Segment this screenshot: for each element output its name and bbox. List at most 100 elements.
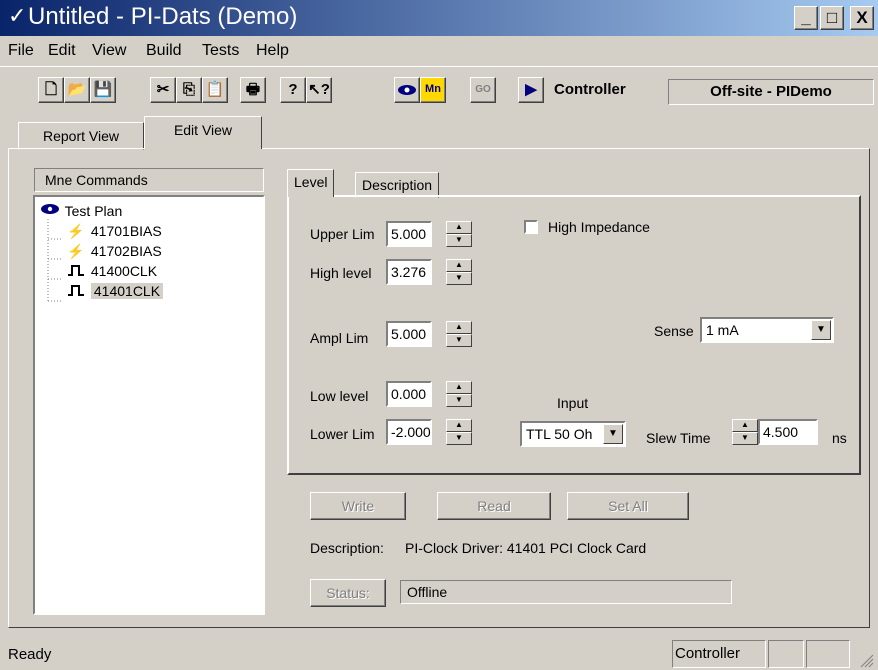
spin-down-icon[interactable]: ▼ — [446, 334, 472, 347]
tab-level[interactable]: Level — [287, 169, 335, 197]
tree-item-label: 41702BIAS — [90, 243, 162, 259]
ampl-lim-input[interactable]: 5.000 — [386, 321, 432, 347]
spin-down-icon[interactable]: ▼ — [446, 234, 472, 247]
upper-lim-input[interactable]: 5.000 — [386, 221, 432, 247]
lower-lim-label: Lower Lim — [310, 426, 375, 442]
status-field: Offline — [400, 580, 732, 604]
site-field: Off-site - PIDemo — [668, 79, 874, 105]
print-icon[interactable]: 🖶 — [240, 77, 266, 103]
run-icon[interactable]: ▶ — [518, 77, 544, 103]
sense-value: 1 mA — [706, 322, 739, 338]
menu-view[interactable]: View — [92, 42, 126, 60]
menu-file[interactable]: File — [8, 42, 34, 60]
tree-item-label: 41701BIAS — [90, 223, 162, 239]
minimize-button[interactable]: _ — [794, 6, 818, 30]
open-folder-icon[interactable]: 📂 — [64, 77, 90, 103]
high-level-label: High level — [310, 265, 372, 281]
status-controller: Controller — [672, 640, 766, 668]
tab-edit-view[interactable]: Edit View — [144, 116, 262, 149]
title-bar[interactable]: ✓ Untitled - PI-Dats (Demo) _ □ X — [0, 0, 878, 36]
sense-label: Sense — [654, 323, 694, 339]
high-level-input[interactable]: 3.276 — [386, 259, 432, 285]
high-impedance-checkbox[interactable] — [524, 220, 538, 234]
controller-label: Controller — [554, 81, 626, 98]
low-level-spinner[interactable]: ▲ ▼ — [446, 381, 472, 407]
lower-lim-input[interactable]: -2.000 — [386, 419, 432, 445]
high-level-spinner[interactable]: ▲ ▼ — [446, 259, 472, 285]
app-check-icon: ✓ — [8, 3, 27, 28]
tree-header: Mne Commands — [34, 168, 264, 192]
spin-up-icon[interactable]: ▲ — [446, 321, 472, 334]
menu-tests[interactable]: Tests — [202, 42, 239, 60]
clock-icon — [65, 261, 87, 281]
spin-down-icon[interactable]: ▼ — [446, 394, 472, 407]
input-label: Input — [557, 395, 589, 411]
status-ready: Ready — [8, 646, 52, 663]
menu-edit[interactable]: Edit — [48, 42, 76, 60]
lower-lim-spinner[interactable]: ▲ ▼ — [446, 419, 472, 445]
cut-icon[interactable]: ✂ — [150, 77, 176, 103]
clock-icon — [65, 281, 87, 301]
view-eye-icon[interactable] — [394, 77, 420, 103]
sense-select[interactable]: 1 mA ▼ — [700, 317, 834, 343]
resize-grip-icon[interactable] — [860, 654, 874, 668]
slew-time-label: Slew Time — [646, 430, 711, 446]
toolbar: 🗋 📂 💾 ✂ ⎘ 📋 🖶 ? ↖? Mn GO ▶ Controller Of… — [0, 66, 878, 112]
spin-up-icon[interactable]: ▲ — [446, 221, 472, 234]
new-file-icon[interactable]: 🗋 — [38, 77, 64, 103]
description-value: PI-Clock Driver: 41401 PCI Clock Card — [405, 540, 647, 556]
ampl-lim-spinner[interactable]: ▲ ▼ — [446, 321, 472, 347]
tree-item-label: 41400CLK — [90, 263, 158, 279]
menu-help[interactable]: Help — [256, 42, 289, 60]
spin-up-icon[interactable]: ▲ — [446, 259, 472, 272]
high-impedance-label: High Impedance — [548, 219, 650, 235]
upper-lim-spinner[interactable]: ▲ ▼ — [446, 221, 472, 247]
tree-item[interactable]: ⚡ 41702BIAS — [65, 241, 162, 261]
write-button[interactable]: Write — [310, 492, 406, 520]
close-button[interactable]: X — [850, 6, 874, 30]
read-button[interactable]: Read — [437, 492, 551, 520]
low-level-input[interactable]: 0.000 — [386, 381, 432, 407]
ampl-lim-label: Ampl Lim — [310, 330, 369, 346]
input-select[interactable]: TTL 50 Oh ▼ — [520, 421, 626, 447]
tab-report-view[interactable]: Report View — [18, 122, 144, 150]
spin-down-icon[interactable]: ▼ — [732, 432, 758, 445]
main-window: ✓ Untitled - PI-Dats (Demo) _ □ X File E… — [0, 0, 878, 670]
menu-bar: File Edit View Build Tests Help — [0, 38, 878, 64]
context-help-icon[interactable]: ↖? — [306, 77, 332, 103]
chevron-down-icon[interactable]: ▼ — [603, 424, 623, 444]
low-level-label: Low level — [310, 388, 369, 404]
go-icon[interactable]: GO — [470, 77, 496, 103]
tree-item[interactable]: ⚡ 41701BIAS — [65, 221, 162, 241]
tree-item[interactable]: 41400CLK — [65, 261, 157, 281]
input-value: TTL 50 Oh — [526, 426, 593, 442]
description-label: Description: — [310, 540, 384, 556]
menu-build[interactable]: Build — [146, 42, 182, 60]
save-icon[interactable]: 💾 — [90, 77, 116, 103]
spin-up-icon[interactable]: ▲ — [446, 419, 472, 432]
bias-icon: ⚡ — [67, 243, 85, 259]
tree-item-label-selected: 41401CLK — [90, 283, 164, 299]
status-pane-empty-2 — [806, 640, 850, 668]
upper-lim-label: Upper Lim — [310, 226, 375, 242]
paste-icon[interactable]: 📋 — [202, 77, 228, 103]
spin-up-icon[interactable]: ▲ — [446, 381, 472, 394]
slew-time-spinner[interactable]: ▲ ▼ — [732, 419, 758, 445]
status-button[interactable]: Status: — [310, 579, 386, 607]
set-all-button[interactable]: Set All — [567, 492, 689, 520]
maximize-button[interactable]: □ — [820, 6, 844, 30]
command-tree[interactable]: Test Plan ⚡ 41701BIAS ⚡ 41702BIAS 41400C… — [33, 195, 265, 615]
eye-icon — [398, 85, 416, 95]
slew-time-input[interactable]: 4.500 — [758, 419, 818, 445]
spin-down-icon[interactable]: ▼ — [446, 432, 472, 445]
help-icon[interactable]: ? — [280, 77, 306, 103]
spin-down-icon[interactable]: ▼ — [446, 272, 472, 285]
chevron-down-icon[interactable]: ▼ — [811, 320, 831, 340]
spin-up-icon[interactable]: ▲ — [732, 419, 758, 432]
slew-unit-label: ns — [832, 430, 847, 446]
status-pane-empty-1 — [768, 640, 804, 668]
tree-item[interactable]: 41401CLK — [65, 281, 164, 301]
mnemonic-icon[interactable]: Mn — [420, 77, 446, 103]
status-bar: Ready Controller — [0, 636, 878, 670]
copy-icon[interactable]: ⎘ — [176, 77, 202, 103]
